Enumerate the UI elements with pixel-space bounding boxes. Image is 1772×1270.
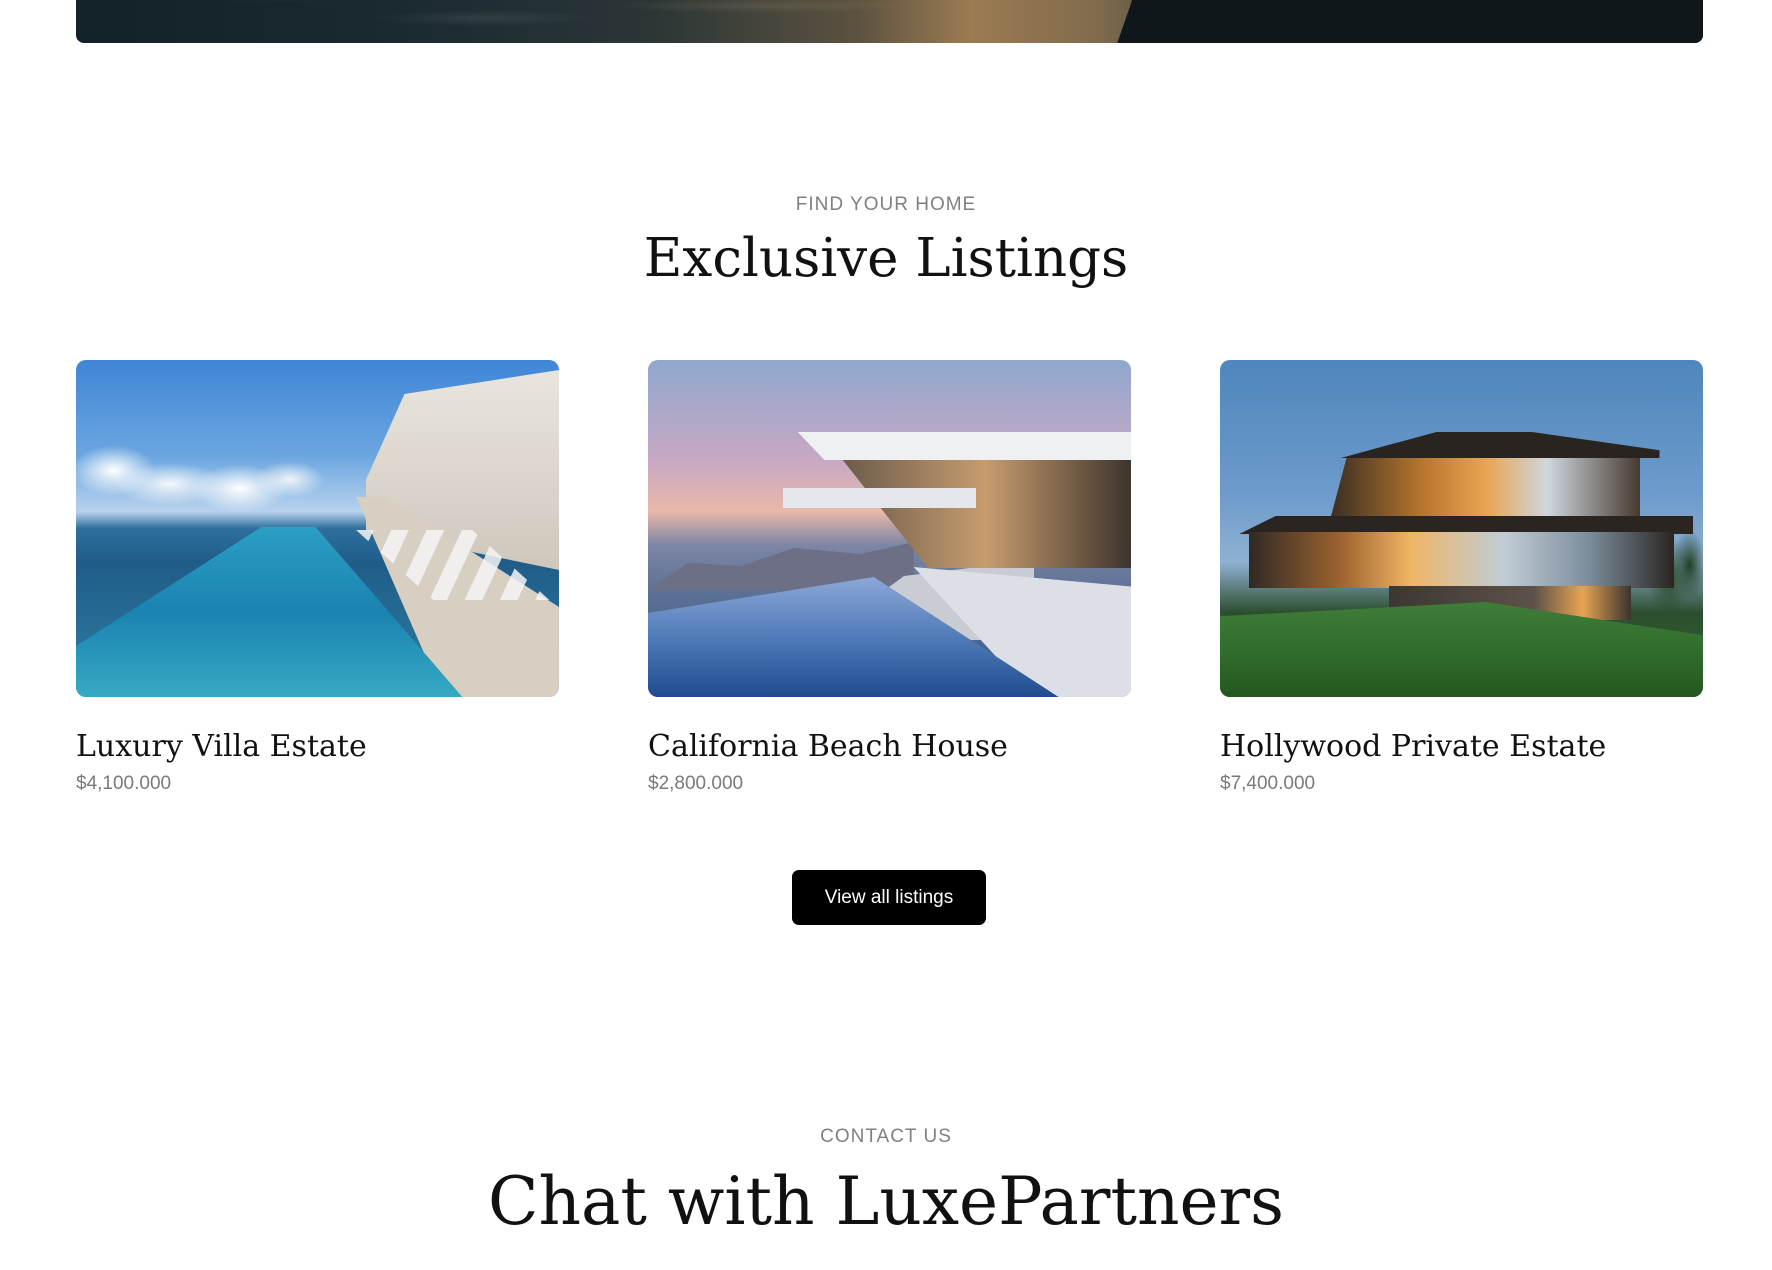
listing-name[interactable]: California Beach House (648, 729, 1131, 765)
listing-grid: Luxury Villa Estate $4,100.000 Californi… (76, 360, 1703, 795)
cantilever-slab (783, 488, 977, 508)
listing-name[interactable]: Luxury Villa Estate (76, 729, 559, 765)
listing-price: $4,100.000 (76, 773, 172, 794)
view-all-listings-button[interactable]: View all listings (792, 870, 986, 925)
upper-roof (1340, 432, 1660, 458)
listing-name[interactable]: Hollywood Private Estate (1220, 729, 1703, 765)
hero-image (76, 0, 1703, 43)
lawn (1220, 602, 1703, 697)
listing-price: $2,800.000 (648, 773, 744, 794)
hollywood-estate-photo[interactable] (1220, 360, 1703, 697)
listing-price: $7,400.000 (1220, 773, 1316, 794)
contact-eyebrow: CONTACT US (820, 1126, 952, 1147)
clouds (76, 430, 390, 520)
villa-pool-photo[interactable] (76, 360, 559, 697)
lower-floor (1248, 532, 1674, 588)
upper-floor (1331, 458, 1641, 516)
listing-card-hollywood-private-estate[interactable]: Hollywood Private Estate $7,400.000 (1220, 360, 1703, 795)
listing-card-california-beach-house[interactable]: California Beach House $2,800.000 (648, 360, 1131, 795)
shoreline (1117, 0, 1703, 43)
contact-title: Chat with LuxePartners (488, 1163, 1284, 1240)
listings-eyebrow: FIND YOUR HOME (795, 194, 977, 215)
listings-title: Exclusive Listings (643, 228, 1129, 289)
beach-house-photo[interactable] (648, 360, 1131, 697)
roof-overhang (797, 432, 1131, 460)
listing-card-luxury-villa[interactable]: Luxury Villa Estate $4,100.000 (76, 360, 559, 795)
